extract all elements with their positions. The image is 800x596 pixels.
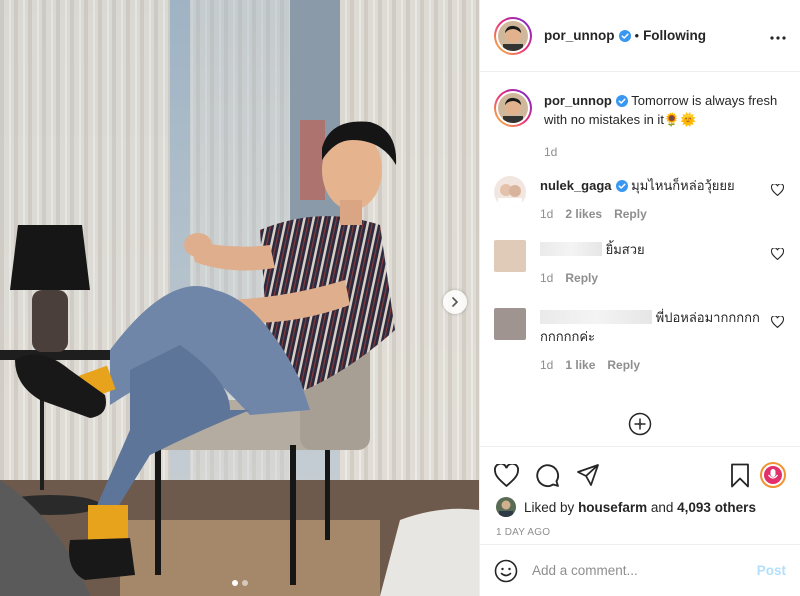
reply-button[interactable]: Reply	[565, 269, 598, 288]
likes-connector: and	[650, 499, 674, 515]
action-icons	[480, 447, 800, 493]
carousel-indicator	[0, 580, 479, 586]
caption-avatar[interactable]	[494, 89, 532, 127]
emoji-smiley-icon	[494, 559, 518, 582]
verified-badge-icon	[618, 29, 631, 42]
comment-input[interactable]	[532, 563, 757, 578]
commenter-avatar[interactable]	[494, 176, 526, 208]
reply-button[interactable]: Reply	[614, 205, 647, 224]
likes-others[interactable]: 4,093 others	[677, 500, 756, 515]
post-timestamp[interactable]: 1 DAY AGO	[480, 517, 800, 538]
caption-username[interactable]: por_unnop	[544, 93, 612, 108]
plus-circle-icon	[628, 412, 652, 436]
following-button[interactable]: Following	[643, 28, 706, 43]
likes-prefix: Liked by	[524, 499, 575, 515]
comment-likes[interactable]: 2 likes	[565, 205, 602, 224]
heart-outline-icon	[770, 315, 785, 329]
commenter-avatar[interactable]	[494, 308, 526, 340]
heart-outline-icon	[770, 183, 785, 197]
author-username[interactable]: por_unnop	[544, 28, 615, 43]
heart-outline-icon	[770, 247, 785, 261]
header-separator: •	[634, 28, 640, 43]
avatar-image	[498, 20, 528, 51]
carousel-dot	[231, 580, 238, 586]
post-actions: Liked by housefarm and 4,093 others 1 DA…	[480, 446, 800, 596]
story-ring-icon	[760, 462, 786, 488]
comment-button[interactable]	[535, 463, 560, 488]
carousel-dot	[241, 580, 248, 586]
instagram-post: por_unnop • Following por_unnop Tomorrow…	[0, 0, 800, 596]
verified-badge-icon	[615, 95, 628, 107]
like-comment-button[interactable]	[770, 247, 785, 263]
comment-username[interactable]: nulek_gaga	[540, 178, 612, 193]
comment-time[interactable]: 1d	[540, 356, 553, 375]
comment-item: nulek_gaga มุมไหนก็หล่อวุ้ยยย 1d 2 likes…	[494, 176, 786, 224]
comments-list[interactable]: por_unnop Tomorrow is always fresh with …	[480, 73, 800, 445]
post-photo[interactable]	[0, 0, 479, 596]
caption: por_unnop Tomorrow is always fresh with …	[494, 89, 786, 162]
heart-icon	[494, 463, 519, 487]
comment-text: มุมไหนก็หล่อวุ้ยยย	[631, 178, 735, 193]
load-more-comments-button[interactable]	[480, 412, 800, 436]
add-comment-bar: Post	[480, 544, 800, 596]
redacted-username	[540, 310, 652, 324]
avatar-image	[498, 93, 528, 123]
post-comment-button[interactable]: Post	[757, 563, 786, 578]
post-header: por_unnop • Following	[480, 0, 800, 72]
photo-scene	[0, 0, 479, 596]
like-comment-button[interactable]	[770, 315, 785, 331]
caption-time[interactable]: 1d	[544, 143, 557, 162]
like-button[interactable]	[494, 463, 519, 487]
comment-bubble-icon	[536, 463, 559, 487]
bookmark-icon	[731, 463, 749, 487]
post-details-panel: por_unnop • Following por_unnop Tomorrow…	[479, 0, 800, 596]
emoji-button[interactable]	[494, 559, 518, 583]
story-ring-button[interactable]	[760, 462, 786, 488]
likes-summary: Liked by housefarm and 4,093 others	[480, 493, 800, 517]
comment-text: ยิ้มสวย	[605, 242, 645, 257]
liker-avatar[interactable]	[496, 497, 516, 517]
comment-item: พี่ปอหล่อมากกกกกกกกกกค่ะ 1d 1 like Reply	[494, 308, 786, 375]
like-comment-button[interactable]	[770, 183, 785, 199]
more-dots-icon	[770, 36, 786, 40]
redacted-username	[540, 242, 602, 256]
comment-time[interactable]: 1d	[540, 205, 553, 224]
more-options-button[interactable]	[770, 28, 786, 43]
commenter-avatar[interactable]	[494, 240, 526, 272]
paper-plane-icon	[577, 464, 599, 486]
author-avatar[interactable]	[494, 16, 532, 55]
next-photo-button[interactable]	[443, 290, 467, 314]
comment-time[interactable]: 1d	[540, 269, 553, 288]
share-button[interactable]	[576, 463, 600, 487]
liker-username[interactable]: housefarm	[578, 500, 647, 515]
comment-likes[interactable]: 1 like	[565, 356, 595, 375]
reply-button[interactable]: Reply	[607, 356, 640, 375]
chevron-right-icon	[452, 297, 458, 307]
comment-item: ยิ้มสวย 1d Reply	[494, 240, 786, 288]
save-button[interactable]	[730, 463, 750, 488]
verified-badge-icon	[615, 180, 628, 192]
